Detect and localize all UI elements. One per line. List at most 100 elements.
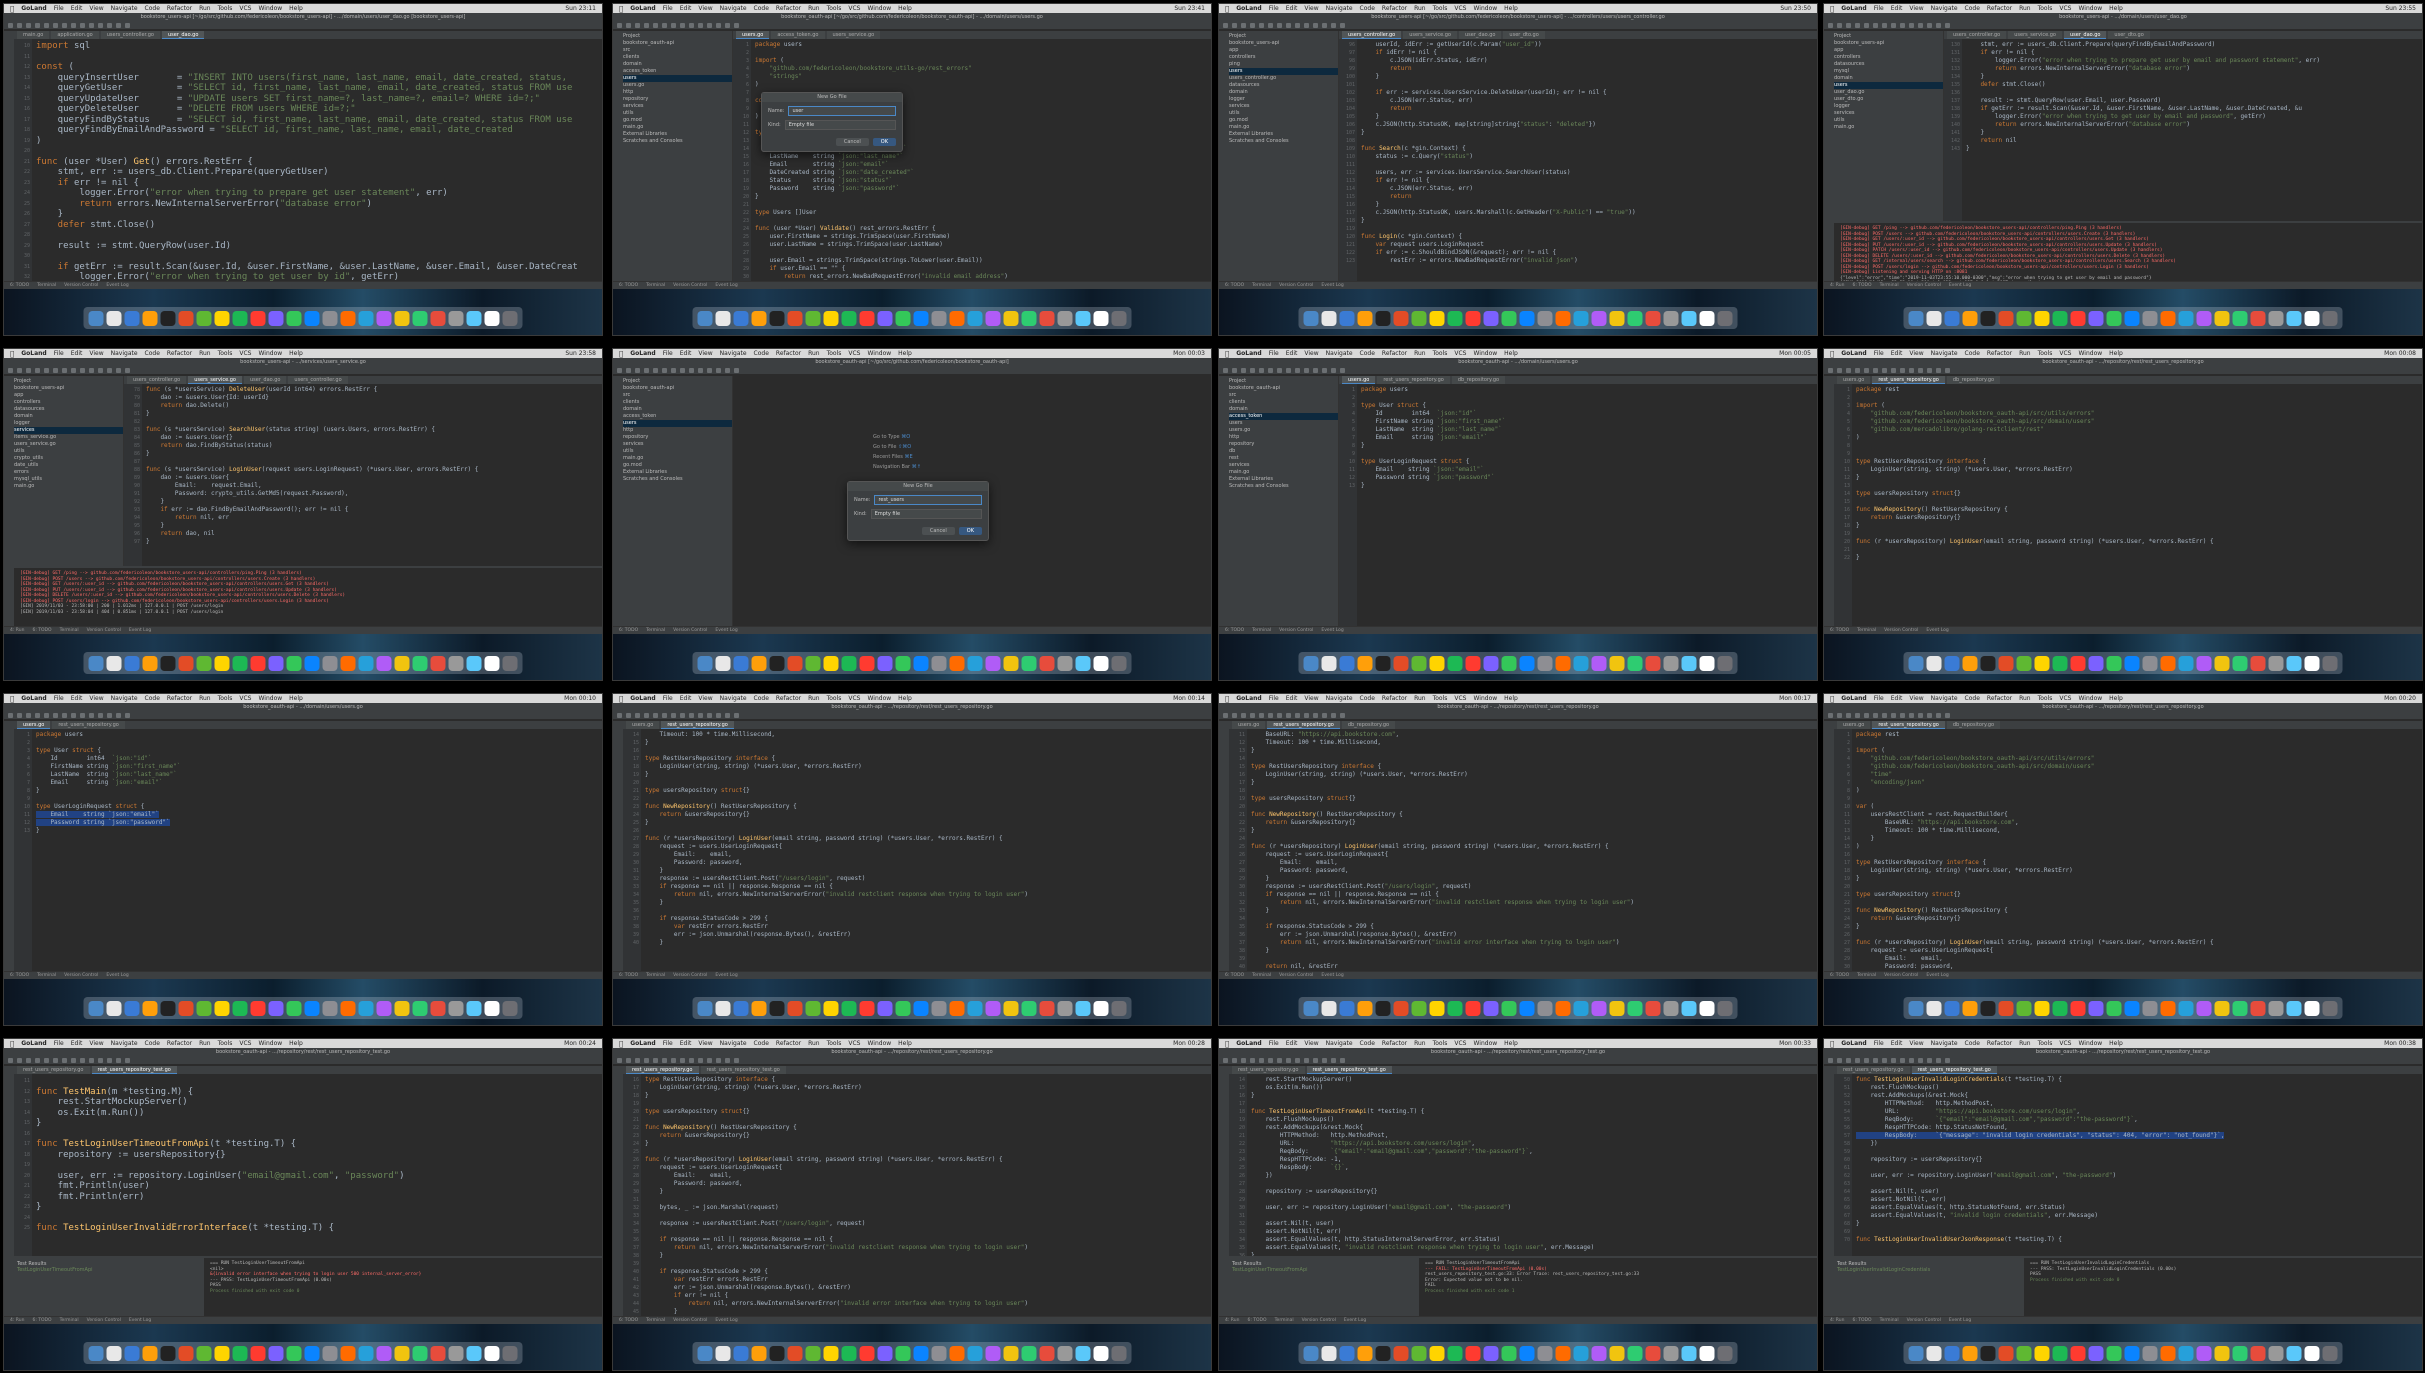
status-bar-tool-button[interactable]: Terminal (646, 1318, 665, 1323)
dock-app-icon[interactable] (2052, 310, 2068, 326)
dock-app-icon[interactable] (1339, 310, 1355, 326)
dock-app-icon[interactable] (787, 655, 803, 671)
dock-app-icon[interactable] (2322, 1345, 2338, 1361)
dock-app-icon[interactable] (2016, 310, 2032, 326)
status-bar-tool-button[interactable]: Event Log (1321, 283, 1343, 288)
toolbar-button-icon[interactable] (107, 1057, 112, 1063)
status-bar-tool-button[interactable]: 6: TODO (10, 283, 29, 288)
dock-app-icon[interactable] (1681, 1345, 1697, 1361)
dock-app-icon[interactable] (250, 1000, 266, 1016)
toolbar-button-icon[interactable] (707, 1057, 712, 1063)
toolbar-button-icon[interactable] (98, 1057, 103, 1063)
project-tree-node[interactable]: access_token (623, 68, 732, 75)
dock-app-icon[interactable] (1411, 310, 1427, 326)
toolbar-button-icon[interactable] (1313, 367, 1318, 373)
toolbar-button-icon[interactable] (1223, 22, 1228, 28)
status-bar-tool-button[interactable]: Terminal (37, 973, 56, 978)
dock-app-icon[interactable] (2286, 310, 2302, 326)
dock-app-icon[interactable] (715, 310, 731, 326)
toolbar-button-icon[interactable] (725, 22, 730, 28)
status-bar-tool-button[interactable]: 6: TODO (1225, 973, 1244, 978)
dock-app-icon[interactable] (376, 1345, 392, 1361)
menu-item[interactable]: Run (199, 1040, 211, 1047)
dock-app-icon[interactable] (1717, 655, 1733, 671)
toolbar-button-icon[interactable] (1882, 1057, 1887, 1063)
dock-app-icon[interactable] (412, 1000, 428, 1016)
editor-tab[interactable]: access_token.go (771, 31, 825, 39)
status-bar-tool-button[interactable]: Version Control (1884, 628, 1918, 633)
dock-app-icon[interactable] (733, 655, 749, 671)
dock-app-icon[interactable] (268, 310, 284, 326)
menu-item[interactable]: View (89, 350, 103, 357)
dock-app-icon[interactable] (769, 1345, 785, 1361)
dock-app-icon[interactable] (2142, 310, 2158, 326)
project-tree-node[interactable]: mysql_utils (14, 476, 123, 483)
dock-app-icon[interactable] (1519, 1345, 1535, 1361)
dock-app-icon[interactable] (2034, 310, 2050, 326)
dock-app-icon[interactable] (2160, 655, 2176, 671)
status-bar-tool-button[interactable]: 6: TODO (1225, 628, 1244, 633)
dock-app-icon[interactable] (2070, 310, 2086, 326)
status-bar-tool-button[interactable]: 4: Run (10, 628, 24, 633)
toolbar-button-icon[interactable] (1241, 22, 1246, 28)
dock-app-icon[interactable] (1375, 1345, 1391, 1361)
dock-app-icon[interactable] (1645, 1000, 1661, 1016)
dock-app-icon[interactable] (1393, 1345, 1409, 1361)
project-tree-node[interactable]: services (623, 441, 732, 448)
toolbar-button-icon[interactable] (1304, 367, 1309, 373)
menu-item[interactable]: Window (1474, 1040, 1498, 1047)
toolbar-button-icon[interactable] (617, 1057, 622, 1063)
menu-item[interactable]: Tools (2038, 350, 2053, 357)
dock-app-icon[interactable] (1003, 310, 1019, 326)
toolbar-button-icon[interactable] (17, 22, 22, 28)
dock-app-icon[interactable] (502, 1000, 518, 1016)
menu-item[interactable]: Navigate (720, 5, 747, 12)
menu-item[interactable]: Help (1504, 350, 1518, 357)
dock-app-icon[interactable] (196, 655, 212, 671)
dock-app-icon[interactable] (2286, 655, 2302, 671)
dock-app-icon[interactable] (1093, 310, 1109, 326)
status-bar-tool-button[interactable]: 6: TODO (32, 1318, 51, 1323)
dock-app-icon[interactable] (1447, 655, 1463, 671)
toolbar-button-icon[interactable] (1259, 1057, 1264, 1063)
code-editor[interactable]: 130 131 132 133 134 135 136 137 138 139 140 141 142 1… (1944, 39, 2422, 221)
menu-item[interactable]: Window (259, 5, 283, 12)
dock-app-icon[interactable] (2106, 1345, 2122, 1361)
status-bar-tool-button[interactable]: Version Control (1907, 283, 1941, 288)
dock-app-icon[interactable] (178, 310, 194, 326)
toolbar-button-icon[interactable] (1936, 22, 1941, 28)
dock-app-icon[interactable] (1429, 655, 1445, 671)
code-editor[interactable]: 16 17 18 19 20 21 22 23 24 25 26 27 28 29 30 31 32 33 34 35… (623, 1074, 1211, 1316)
apple-icon[interactable]:  (10, 350, 14, 358)
dock-app-icon[interactable] (769, 1000, 785, 1016)
toolbar-button-icon[interactable] (1855, 367, 1860, 373)
apple-icon[interactable]:  (1225, 5, 1229, 13)
project-tree-node[interactable]: services (1229, 462, 1338, 469)
dock-app-icon[interactable] (466, 1345, 482, 1361)
toolbar-button-icon[interactable] (1846, 712, 1851, 718)
toolbar-button-icon[interactable] (1331, 1057, 1336, 1063)
dock-app-icon[interactable] (985, 655, 1001, 671)
status-bar-tool-button[interactable]: Terminal (60, 1318, 79, 1323)
dock-app-icon[interactable] (268, 1000, 284, 1016)
dock-app-icon[interactable] (394, 655, 410, 671)
status-bar-tool-button[interactable]: Terminal (1857, 628, 1876, 633)
menu-item[interactable]: Help (2109, 5, 2123, 12)
dock-app-icon[interactable] (1339, 655, 1355, 671)
app-name-menu[interactable]: GoLand (1841, 5, 1867, 12)
toolbar-button-icon[interactable] (662, 367, 667, 373)
dock-app-icon[interactable] (1998, 310, 2014, 326)
status-bar-tool-button[interactable]: 4: Run (10, 1318, 24, 1323)
dock-app-icon[interactable] (1357, 1000, 1373, 1016)
menu-item[interactable]: Run (808, 695, 820, 702)
dock-app-icon[interactable] (1111, 310, 1127, 326)
dock-app-icon[interactable] (2106, 310, 2122, 326)
dock-app-icon[interactable] (304, 1000, 320, 1016)
dock-app-icon[interactable] (1980, 655, 1996, 671)
status-bar-tool-button[interactable]: 4: Run (1830, 283, 1844, 288)
dock-app-icon[interactable] (304, 1345, 320, 1361)
dock-app-icon[interactable] (502, 310, 518, 326)
dock-app-icon[interactable] (841, 1000, 857, 1016)
dock-app-icon[interactable] (1944, 655, 1960, 671)
toolbar-button-icon[interactable] (1322, 22, 1327, 28)
